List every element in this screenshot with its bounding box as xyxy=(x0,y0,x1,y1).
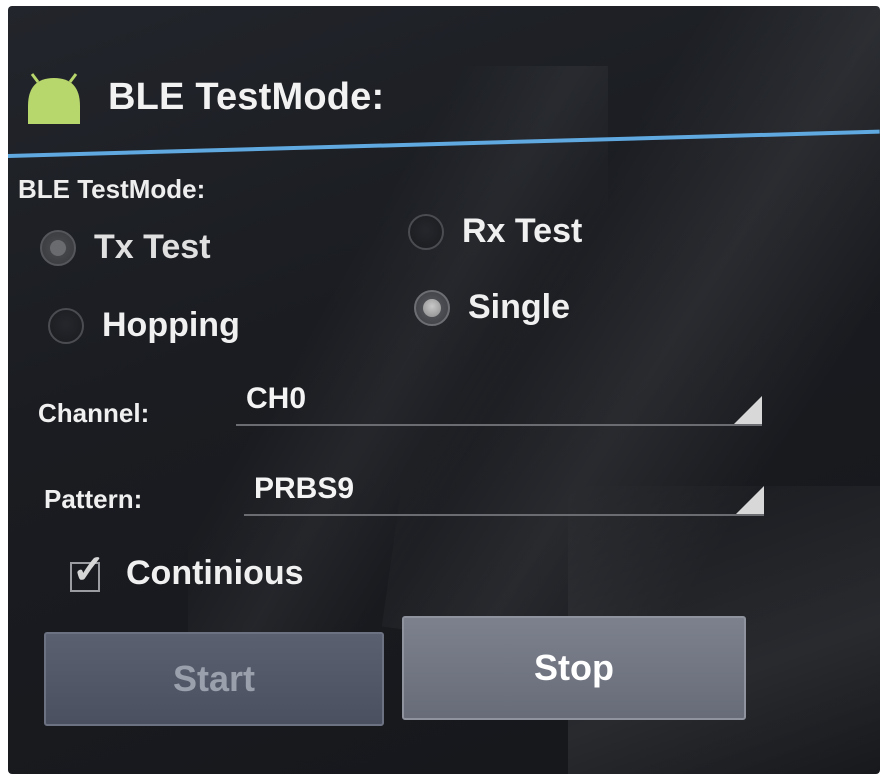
radio-single[interactable]: Single xyxy=(414,288,570,327)
channel-value: CH0 xyxy=(246,382,307,415)
action-bar: BLE TestMode: xyxy=(8,46,880,154)
spinner-arrow-icon xyxy=(736,486,764,514)
radio-rx-test[interactable]: Rx Test xyxy=(408,212,582,251)
radio-single-label: Single xyxy=(468,288,571,326)
radio-dot-icon xyxy=(408,213,444,250)
radio-tx-test[interactable]: Tx Test xyxy=(40,228,211,267)
stop-button[interactable]: Stop xyxy=(402,616,746,720)
radio-dot-icon xyxy=(48,307,84,344)
spinner-arrow-icon xyxy=(734,396,762,424)
continuous-label: Continious xyxy=(126,554,304,592)
channel-spinner[interactable]: CH0 xyxy=(236,376,762,426)
pattern-value: PRBS9 xyxy=(254,472,355,505)
radio-rx-test-label: Rx Test xyxy=(462,212,583,250)
channel-label: Channel: xyxy=(38,398,150,428)
radio-dot-icon xyxy=(40,229,76,266)
radio-dot-icon xyxy=(414,289,450,326)
android-icon xyxy=(28,73,80,124)
pattern-spinner[interactable]: PRBS9 xyxy=(244,466,764,516)
app-title: BLE TestMode: xyxy=(108,76,385,118)
checkmark-icon: ✓ xyxy=(72,547,106,592)
continuous-checkbox[interactable]: ✓ xyxy=(70,550,106,592)
radio-tx-test-label: Tx Test xyxy=(94,228,211,266)
device-screen: BLE TestMode: BLE TestMode: Tx Test Rx T… xyxy=(8,6,880,774)
pattern-label: Pattern: xyxy=(44,484,143,514)
start-button[interactable]: Start xyxy=(44,632,384,726)
section-label: BLE TestMode: xyxy=(18,174,206,204)
continuous-checkbox-row[interactable]: ✓ Continious xyxy=(70,550,304,593)
radio-hopping-label: Hopping xyxy=(102,306,240,344)
radio-hopping[interactable]: Hopping xyxy=(48,306,240,345)
